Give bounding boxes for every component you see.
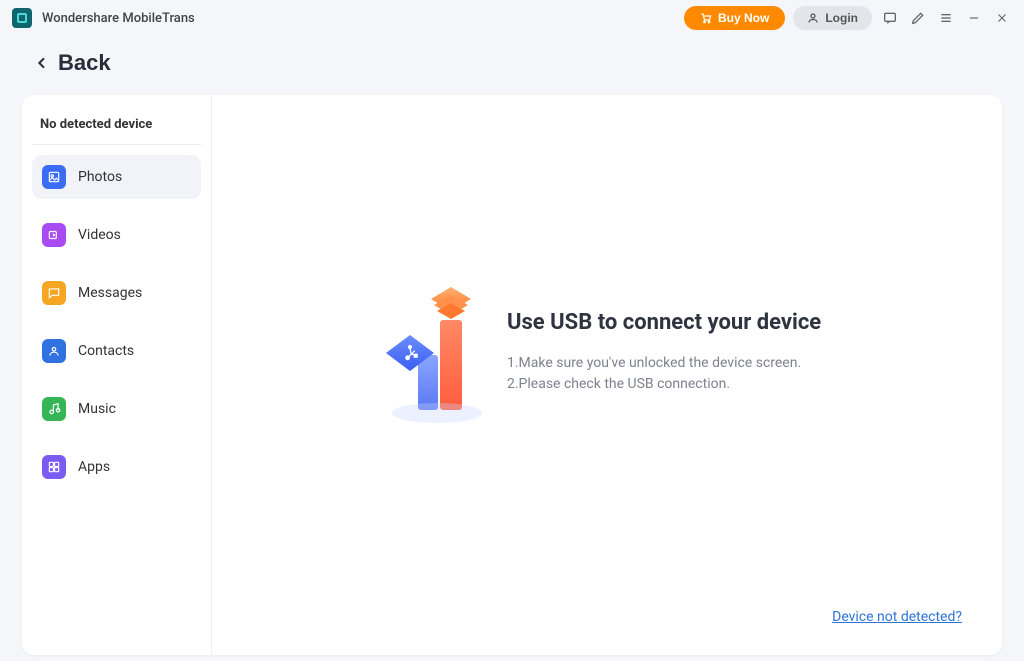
sidebar-item-contacts[interactable]: Contacts [32, 329, 201, 373]
sidebar-item-label: Videos [78, 227, 121, 243]
buy-now-button[interactable]: Buy Now [684, 6, 785, 30]
message-block: Use USB to connect your device 1.Make su… [507, 310, 821, 395]
menu-icon[interactable] [936, 8, 956, 28]
videos-icon [42, 223, 66, 247]
app-logo-icon [12, 8, 32, 28]
message-step2: 2.Please check the USB connection. [507, 374, 821, 395]
titlebar: Wondershare MobileTrans Buy Now Login [0, 0, 1024, 36]
sidebar-item-label: Music [78, 401, 116, 417]
back-label: Back [58, 50, 111, 76]
back-button[interactable]: Back [34, 50, 111, 76]
buy-now-label: Buy Now [718, 11, 769, 25]
sidebar-item-messages[interactable]: Messages [32, 271, 201, 315]
message-step1: 1.Make sure you've unlocked the device s… [507, 353, 821, 374]
sidebar-heading: No detected device [32, 113, 201, 145]
login-button[interactable]: Login [793, 6, 872, 30]
back-row: Back [0, 36, 1024, 87]
sidebar-item-photos[interactable]: Photos [32, 155, 201, 199]
device-not-detected-link[interactable]: Device not detected? [832, 609, 962, 625]
content-panel: No detected device Photos Videos Message… [22, 95, 1002, 655]
messages-icon [42, 281, 66, 305]
message-title: Use USB to connect your device [507, 310, 821, 335]
minimize-icon[interactable] [964, 8, 984, 28]
edit-icon[interactable] [908, 8, 928, 28]
app-title: Wondershare MobileTrans [42, 11, 684, 26]
music-icon [42, 397, 66, 421]
sidebar-item-label: Messages [78, 285, 142, 301]
sidebar-item-label: Photos [78, 169, 122, 185]
apps-icon [42, 455, 66, 479]
main-panel: Use USB to connect your device 1.Make su… [212, 95, 1002, 655]
chevron-left-icon [34, 53, 50, 73]
sidebar-item-label: Contacts [78, 343, 134, 359]
sidebar: No detected device Photos Videos Message… [22, 95, 212, 655]
sidebar-item-videos[interactable]: Videos [32, 213, 201, 257]
sidebar-item-label: Apps [78, 459, 110, 475]
login-label: Login [825, 11, 858, 25]
sidebar-item-apps[interactable]: Apps [32, 445, 201, 489]
feedback-icon[interactable] [880, 8, 900, 28]
cart-icon [700, 12, 712, 24]
sidebar-item-music[interactable]: Music [32, 387, 201, 431]
photos-icon [42, 165, 66, 189]
usb-illustration-icon [382, 285, 502, 425]
close-icon[interactable] [992, 8, 1012, 28]
user-icon [807, 12, 819, 24]
contacts-icon [42, 339, 66, 363]
